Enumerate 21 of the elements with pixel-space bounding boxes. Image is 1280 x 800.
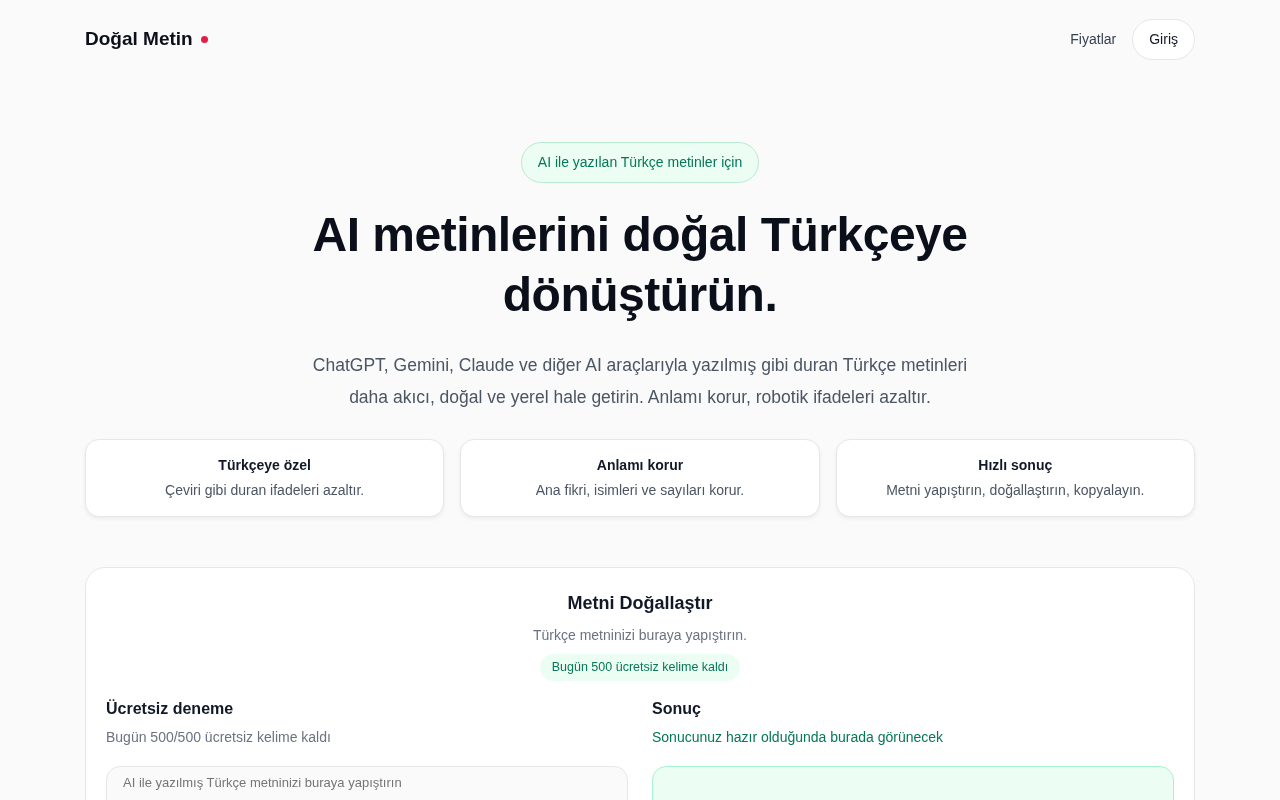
feature-text: Çeviri gibi duran ifadeleri azaltır. <box>165 481 365 500</box>
tool-subtitle: Türkçe metninizi buraya yapıştırın. <box>532 626 748 645</box>
tool-title: Metni Doğallaştır <box>566 592 714 615</box>
result-heading: Sonuç <box>652 698 702 719</box>
feature-title: Türkçeye özel <box>218 456 311 475</box>
hero-subtitle: ChatGPT, Gemini, Claude ve diğer AI araçlarıyla yazılmış gibi duran Türkçe metinleri daha akıcı, doğal ve yerel hale getirin. Anlamı korur, robotik ifadeleri azaltır. <box>311 354 969 409</box>
input-heading: Ücretsiz deneme <box>106 698 235 719</box>
quota-badge: Bugün 500 ücretsiz kelime kaldı <box>539 654 741 681</box>
text-input-field[interactable]: AI ile yazılmış Türkçe metninizi buraya yapıştırın <box>106 765 628 800</box>
nav-link[interactable]: Fiyatlar <box>1070 28 1117 50</box>
brand-dot <box>200 35 208 43</box>
tagline-badge: AI ile yazılan Türkçe metinler için <box>520 142 760 183</box>
login-button[interactable]: Giriş <box>1132 18 1195 60</box>
brand-name[interactable]: Doğal Metin <box>85 24 193 54</box>
feature-title: Hızlı sonuç <box>978 456 1053 475</box>
feature-text: Metni yapıştırın, doğallaştırın, kopyalayın. <box>886 481 1145 500</box>
feature-title: Anlamı korur <box>596 456 684 475</box>
feature-text: Ana fikri, isimleri ve sayıları korur. <box>535 481 745 500</box>
hero-title: AI metinlerini doğal Türkçeye dönüştürün. <box>311 207 969 323</box>
result-note: Sonucunuz hazır olduğunda burada görünecek <box>652 727 945 747</box>
quota-note: Bugün 500/500 ücretsiz kelime kaldı <box>106 727 332 747</box>
